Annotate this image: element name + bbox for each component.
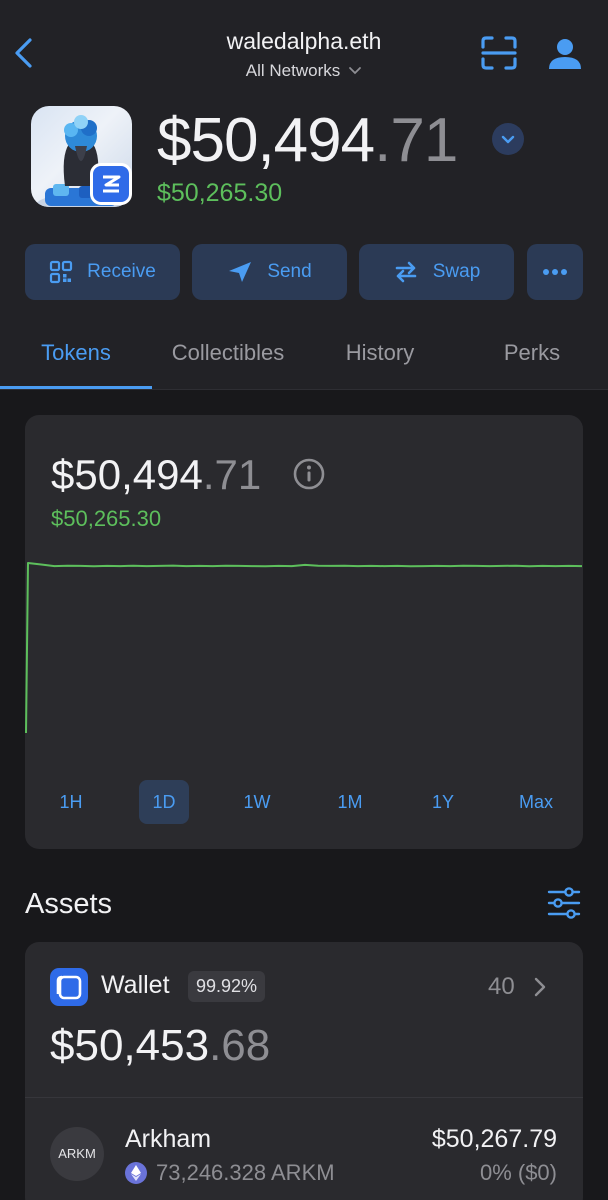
receive-label: Receive <box>87 261 156 282</box>
wallet-expand-button[interactable] <box>532 976 548 998</box>
send-button[interactable]: Send <box>192 244 347 300</box>
swap-button[interactable]: Swap <box>359 244 514 300</box>
back-button[interactable] <box>10 36 40 70</box>
wallet-total-cents: .68 <box>209 1021 271 1070</box>
info-button[interactable] <box>293 458 325 490</box>
token-change: 0% ($0) <box>479 1160 557 1185</box>
token-logo: ARKM <box>50 1127 104 1181</box>
chart-balance-change: $50,265.30 <box>51 506 162 531</box>
wallet-cards-icon <box>56 975 82 1000</box>
swap-arrows-icon <box>395 261 417 283</box>
range-1h[interactable]: 1H <box>46 780 96 824</box>
range-1d[interactable]: 1D <box>139 780 189 824</box>
swap-label: Swap <box>432 261 481 282</box>
tab-history[interactable]: History <box>304 340 456 366</box>
wallet-title: waledalpha.eth All Networks <box>154 28 454 81</box>
balance-whole: $50,494 <box>157 106 375 175</box>
ethereum-diamond-icon <box>131 1165 141 1181</box>
scan-icon <box>481 36 517 70</box>
app-logo-badge <box>90 163 132 205</box>
sliders-icon <box>547 887 581 919</box>
tab-collectibles[interactable]: Collectibles <box>152 340 304 366</box>
assets-heading: Assets <box>25 888 113 920</box>
filter-button[interactable] <box>546 886 582 920</box>
range-max[interactable]: Max <box>511 780 561 824</box>
send-icon <box>229 262 252 282</box>
chart-balance-whole: $50,494 <box>51 451 203 498</box>
network-selector[interactable]: All Networks <box>246 61 362 81</box>
chevron-down-icon <box>501 135 515 144</box>
tab-tokens[interactable]: Tokens <box>0 340 152 366</box>
balance-change: $50,265.30 <box>157 179 283 207</box>
range-1w[interactable]: 1W <box>232 780 282 824</box>
wallet-icon <box>50 968 88 1006</box>
chevron-right-icon <box>534 977 546 997</box>
send-label: Send <box>267 261 312 282</box>
wallet-token-count: 40 <box>488 973 515 1000</box>
chart-balance: $50,494.71 <box>51 452 261 498</box>
more-dots-icon <box>543 269 567 275</box>
person-icon <box>549 39 581 69</box>
balance-series-line <box>25 562 583 734</box>
wallet-label: Wallet <box>101 971 170 999</box>
wallet-total: $50,453.68 <box>50 1020 270 1072</box>
info-icon <box>293 458 325 490</box>
scan-button[interactable] <box>480 35 518 71</box>
balance-cents: .71 <box>374 106 458 175</box>
profile-button[interactable] <box>547 36 583 72</box>
ens-name: waledalpha.eth <box>226 28 382 54</box>
token-name[interactable]: Arkham <box>125 1125 211 1154</box>
network-label: All Networks <box>245 61 341 80</box>
row-divider <box>25 1097 583 1098</box>
wallet-total-whole: $50,453 <box>50 1021 210 1070</box>
more-actions-button[interactable] <box>527 244 583 300</box>
chevron-left-icon <box>15 38 32 68</box>
qr-code-icon <box>50 260 73 284</box>
token-amount: 73,246.328 ARKM <box>156 1160 335 1185</box>
receive-button[interactable]: Receive <box>25 244 180 300</box>
chevron-down-icon <box>349 67 362 75</box>
token-value: $50,267.79 <box>431 1125 557 1153</box>
ethereum-icon <box>125 1162 147 1184</box>
tab-perks[interactable]: Perks <box>456 340 608 366</box>
total-balance: $50,494.71 <box>157 106 458 176</box>
tab-divider <box>0 389 608 390</box>
range-1y[interactable]: 1Y <box>418 780 468 824</box>
wallet-percent-badge: 99.92% <box>188 971 266 1002</box>
balance-details-toggle[interactable] <box>492 123 524 155</box>
balance-chart[interactable] <box>25 545 583 745</box>
range-1m[interactable]: 1M <box>325 780 375 824</box>
chart-balance-cents: .71 <box>202 451 262 498</box>
zerion-logo-icon <box>103 175 121 193</box>
